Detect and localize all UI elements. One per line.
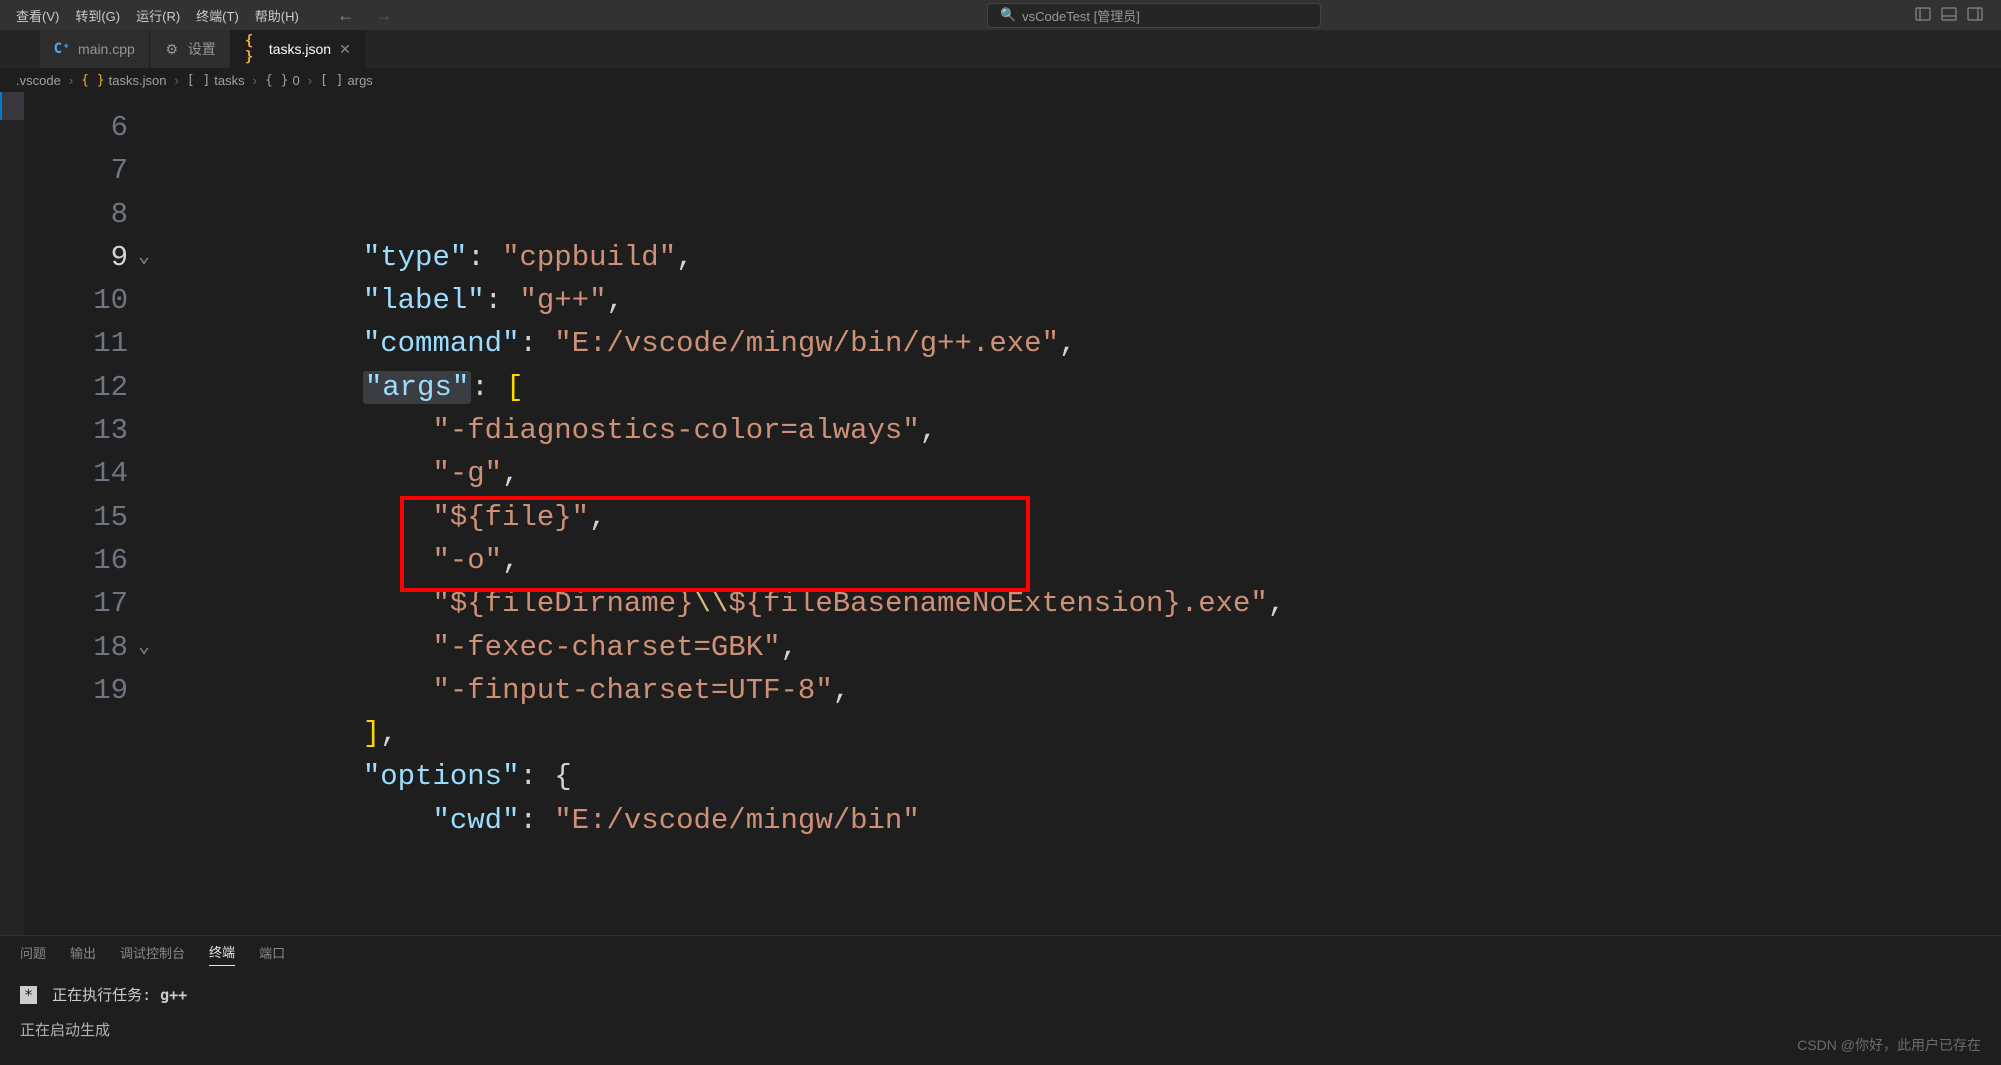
code-line[interactable]: "options": { [154,755,2001,798]
panel-tabs: 问题 输出 调试控制台 终端 端口 [20,936,1981,972]
line-numbers: 678910111213141516171819 [24,92,154,935]
watermark: CSDN @你好，此用户已存在 [1797,1035,1981,1055]
code-area[interactable]: "type": "cppbuild", "label": "g++", "com… [154,92,2001,935]
line-number: 19 [24,669,128,712]
cpp-file-icon: C⁺ [54,41,70,57]
terminal-output[interactable]: * 正在执行任务: g++ 正在启动生成 [20,972,1981,1052]
line-number: 6 [24,106,128,149]
panel-tab-output[interactable]: 输出 [70,943,96,966]
code-line[interactable]: "label": "g++", [154,279,2001,322]
editor-tabs: C⁺ main.cpp ⚙ 设置 { } tasks.json ✕ [0,30,2001,68]
line-number: 11 [24,322,128,365]
tab-settings[interactable]: ⚙ 设置 [150,30,231,68]
line-number: 9 [24,236,128,279]
search-icon: 🔍 [1000,7,1016,23]
code-line[interactable]: "cwd": "E:/vscode/mingw/bin" [154,799,2001,842]
menubar: 查看(V) 转到(G) 运行(R) 终端(T) 帮助(H) [8,6,307,25]
title-bar: 查看(V) 转到(G) 运行(R) 终端(T) 帮助(H) ← → 🔍 vsCo… [0,0,2001,30]
tab-label: tasks.json [269,41,331,57]
line-number: 17 [24,582,128,625]
breadcrumb-segment[interactable]: tasks [214,73,244,88]
terminal-text: 正在执行任务: [52,986,160,1004]
line-number: 14 [24,452,128,495]
breadcrumb-segment[interactable]: tasks.json [109,73,167,88]
editor: 678910111213141516171819 "type": "cppbui… [0,92,2001,935]
line-number: 15 [24,496,128,539]
object-icon: { } [265,73,288,88]
panel-tab-problems[interactable]: 问题 [20,943,46,966]
nav-forward-icon[interactable]: → [375,5,393,26]
chevron-right-icon: › [308,73,312,88]
panel-tab-terminal[interactable]: 终端 [209,942,235,966]
settings-icon: ⚙ [164,41,180,57]
code-line[interactable]: ], [154,712,2001,755]
code-line[interactable]: "args": [ [154,366,2001,409]
close-icon[interactable]: ✕ [339,41,351,58]
array-icon: [ ] [187,73,210,88]
breadcrumb-segment[interactable]: args [348,73,373,88]
nav-back-icon[interactable]: ← [337,5,355,26]
line-number: 8 [24,193,128,236]
command-center[interactable]: 🔍 vsCodeTest [管理员] [987,3,1321,28]
breadcrumb-segment[interactable]: 0 [292,73,299,88]
tab-label: 设置 [188,39,216,59]
code-line[interactable]: "-o", [154,539,2001,582]
code-line[interactable]: "-g", [154,452,2001,495]
terminal-prompt-icon: * [20,986,37,1004]
bottom-panel: 问题 输出 调试控制台 终端 端口 * 正在执行任务: g++ 正在启动生成 [0,935,2001,1065]
code-line[interactable]: "-finput-charset=UTF-8", [154,669,2001,712]
command-center-text: vsCodeTest [管理员] [1022,6,1140,25]
panel-tab-debug-console[interactable]: 调试控制台 [120,943,185,966]
panel-tab-ports[interactable]: 端口 [259,943,285,966]
layout-panel-left-icon[interactable] [1915,6,1931,25]
array-icon: [ ] [320,73,343,88]
line-number: 13 [24,409,128,452]
menu-run[interactable]: 运行(R) [128,6,188,25]
line-number: 18 [24,626,128,669]
line-number: 10 [24,279,128,322]
code-line[interactable]: "-fdiagnostics-color=always", [154,409,2001,452]
menu-terminal[interactable]: 终端(T) [188,6,247,25]
layout-panel-bottom-icon[interactable] [1941,6,1957,25]
menu-view[interactable]: 查看(V) [8,6,67,25]
breadcrumb-segment[interactable]: .vscode [16,73,61,88]
layout-controls [1915,6,1983,25]
tab-label: main.cpp [78,41,135,57]
code-line[interactable]: "type": "cppbuild", [154,236,2001,279]
line-number: 7 [24,149,128,192]
activity-selected[interactable] [0,92,24,120]
activity-bar-fragment [0,92,24,935]
chevron-right-icon: › [253,73,257,88]
tab-tasks-json[interactable]: { } tasks.json ✕ [231,30,366,68]
tab-main-cpp[interactable]: C⁺ main.cpp [40,30,150,68]
breadcrumb[interactable]: .vscode › { } tasks.json › [ ] tasks › {… [0,68,2001,92]
code-line[interactable]: "command": "E:/vscode/mingw/bin/g++.exe"… [154,322,2001,365]
menu-help[interactable]: 帮助(H) [247,6,307,25]
json-file-icon: { } [81,73,104,88]
line-number: 16 [24,539,128,582]
json-file-icon: { } [245,41,261,57]
code-line[interactable]: "-fexec-charset=GBK", [154,626,2001,669]
terminal-text: 正在启动生成 [20,1019,1981,1040]
menu-goto[interactable]: 转到(G) [67,6,128,25]
code-line[interactable]: "${fileDirname}\\${fileBasenameNoExtensi… [154,582,2001,625]
code-line[interactable]: "${file}", [154,496,2001,539]
layout-panel-right-icon[interactable] [1967,6,1983,25]
chevron-right-icon: › [69,73,73,88]
nav-arrows: ← → [337,5,393,26]
line-number: 12 [24,366,128,409]
terminal-task-name: g++ [160,986,187,1004]
chevron-right-icon: › [174,73,178,88]
